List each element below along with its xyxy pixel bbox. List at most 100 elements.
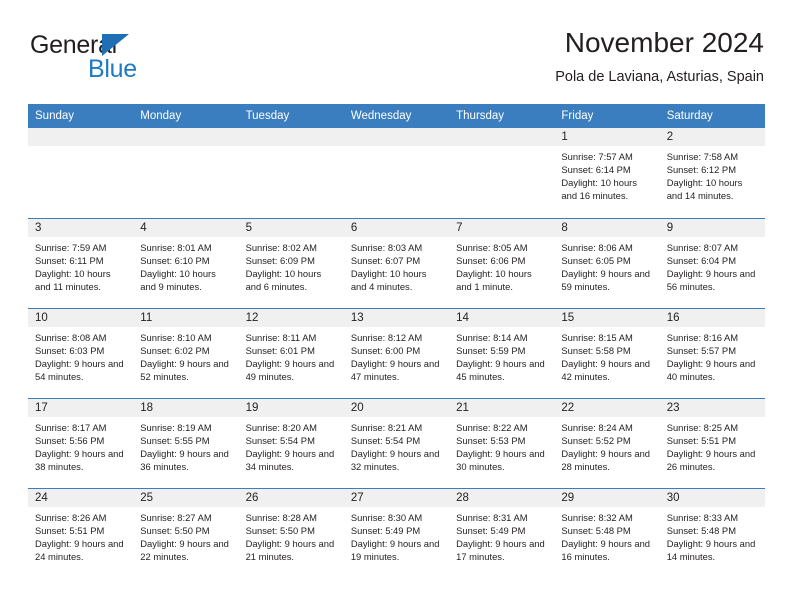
day-number: 15 [554,308,660,327]
calendar-day-cell[interactable]: 6 Sunrise: 8:03 AM Sunset: 6:07 PM Daylight… [343,217,450,308]
day-details: Sunrise: 8:24 AM Sunset: 5:52 PM Daylight:… [554,417,659,473]
calendar-day-cell[interactable]: 11 Sunrise: 8:10 AM Sunset: 6:02 PM Dayligh… [133,307,239,398]
daylight-text: Daylight: 9 hours and 40 minutes. [666,357,756,382]
daylight-text: Daylight: 9 hours and 17 minutes. [456,537,545,562]
day-details: Sunrise: 8:16 AM Sunset: 5:57 PM Daylight:… [660,327,765,383]
calendar-day-cell[interactable]: 5 Sunrise: 8:02 AM Sunset: 6:09 PM Daylight… [238,217,344,308]
calendar-day-cell[interactable]: 1 Sunrise: 7:57 AM Sunset: 6:14 PM Daylight… [554,128,660,218]
calendar-day-cell-empty [238,128,344,218]
sunrise-text: Sunrise: 8:03 AM [350,241,423,253]
sunrise-text: Sunrise: 8:28 AM [245,511,317,523]
calendar-day-cell[interactable]: 18 Sunrise: 8:19 AM Sunset: 5:55 PM Dayligh… [133,397,239,488]
calendar-day-cell[interactable]: 14 Sunrise: 8:14 AM Sunset: 5:59 PM Dayligh… [449,307,555,398]
sunset-text: Sunset: 5:51 PM [35,524,105,536]
daylight-text: Daylight: 10 hours and 11 minutes. [35,267,111,292]
day-number: 14 [449,308,555,327]
sunrise-text: Sunrise: 8:14 AM [456,331,528,343]
day-number: 2 [659,128,765,146]
sunset-text: Sunset: 6:10 PM [140,254,210,266]
daylight-text: Daylight: 10 hours and 16 minutes. [561,177,637,202]
general-blue-logo[interactable]: General Blue [28,32,258,88]
sunrise-text: Sunrise: 8:11 AM [245,331,317,343]
sunset-text: Sunset: 6:12 PM [666,164,736,176]
day-number: 11 [133,308,239,327]
sunset-text: Sunset: 6:01 PM [245,344,315,356]
page-title: November 2024 [564,27,764,58]
day-number: 12 [238,308,344,327]
sunset-text: Sunset: 5:57 PM [666,344,736,356]
daylight-text: Daylight: 9 hours and 19 minutes. [350,537,440,562]
calendar-day-cell[interactable]: 7 Sunrise: 8:05 AM Sunset: 6:06 PM Daylight… [449,217,555,308]
daylight-text: Daylight: 10 hours and 9 minutes. [140,267,216,292]
day-details: Sunrise: 8:10 AM Sunset: 6:02 PM Daylight:… [133,327,238,383]
weekday-header-tuesday: Tuesday [238,104,344,128]
calendar-week-row: 3 Sunrise: 7:59 AM Sunset: 6:11 PM Daylight… [28,217,765,308]
sunset-text: Sunset: 5:59 PM [456,344,526,356]
calendar-day-cell[interactable]: 16 Sunrise: 8:16 AM Sunset: 5:57 PM Dayligh… [659,307,765,398]
calendar-day-cell[interactable]: 8 Sunrise: 8:06 AM Sunset: 6:05 PM Daylight… [554,217,660,308]
sunrise-text: Sunrise: 8:31 AM [456,511,528,523]
calendar-day-cell[interactable]: 2 Sunrise: 7:58 AM Sunset: 6:12 PM Daylight… [659,128,765,218]
weekday-header-saturday: Saturday [659,104,765,128]
day-details: Sunrise: 8:19 AM Sunset: 5:55 PM Daylight:… [133,417,238,473]
sunset-text: Sunset: 5:56 PM [35,434,105,446]
daylight-text: Daylight: 9 hours and 30 minutes. [456,447,545,472]
day-details: Sunrise: 8:06 AM Sunset: 6:05 PM Daylight:… [554,237,659,293]
sunset-text: Sunset: 6:04 PM [666,254,736,266]
day-number: 1 [554,128,660,146]
sunrise-text: Sunrise: 8:30 AM [350,511,423,523]
day-number: 4 [133,218,239,237]
calendar-day-cell[interactable]: 22 Sunrise: 8:24 AM Sunset: 5:52 PM Dayligh… [554,397,660,488]
day-number: 19 [238,398,344,417]
daylight-text: Daylight: 10 hours and 14 minutes. [666,177,743,202]
calendar-day-cell[interactable]: 19 Sunrise: 8:20 AM Sunset: 5:54 PM Dayligh… [238,397,344,488]
calendar-day-cell[interactable]: 30 Sunrise: 8:33 AM Sunset: 5:48 PM Dayligh… [659,487,765,578]
sunrise-text: Sunrise: 8:15 AM [561,331,633,343]
calendar-week-row: 17 Sunrise: 8:17 AM Sunset: 5:56 PM Dayligh… [28,397,765,488]
calendar-day-cell[interactable]: 24 Sunrise: 8:26 AM Sunset: 5:51 PM Dayligh… [28,487,134,578]
day-number: 28 [449,488,555,507]
calendar-day-cell[interactable]: 15 Sunrise: 8:15 AM Sunset: 5:58 PM Dayligh… [554,307,660,398]
sunset-text: Sunset: 5:53 PM [456,434,526,446]
day-details: Sunrise: 8:20 AM Sunset: 5:54 PM Daylight:… [239,417,344,473]
day-number: 23 [659,398,765,417]
calendar-day-cell[interactable]: 26 Sunrise: 8:28 AM Sunset: 5:50 PM Dayligh… [238,487,344,578]
day-number: 30 [659,488,765,507]
calendar-day-cell[interactable]: 17 Sunrise: 8:17 AM Sunset: 5:56 PM Dayligh… [28,397,134,488]
calendar-day-cell[interactable]: 20 Sunrise: 8:21 AM Sunset: 5:54 PM Dayligh… [343,397,450,488]
day-details: Sunrise: 8:02 AM Sunset: 6:09 PM Daylight:… [239,237,344,293]
day-details: Sunrise: 8:07 AM Sunset: 6:04 PM Daylight:… [660,237,765,293]
day-details: Sunrise: 8:21 AM Sunset: 5:54 PM Daylight:… [344,417,449,473]
calendar-day-cell[interactable]: 29 Sunrise: 8:32 AM Sunset: 5:48 PM Dayligh… [554,487,660,578]
daylight-text: Daylight: 9 hours and 49 minutes. [245,357,335,382]
sunrise-text: Sunrise: 8:22 AM [456,421,528,433]
day-details: Sunrise: 8:31 AM Sunset: 5:49 PM Daylight:… [449,507,554,563]
calendar-day-cell[interactable]: 3 Sunrise: 7:59 AM Sunset: 6:11 PM Daylight… [28,217,134,308]
day-details: Sunrise: 8:01 AM Sunset: 6:10 PM Daylight:… [133,237,238,293]
day-number: 17 [28,398,134,417]
calendar-day-cell[interactable]: 28 Sunrise: 8:31 AM Sunset: 5:49 PM Dayligh… [449,487,555,578]
calendar-day-cell[interactable]: 4 Sunrise: 8:01 AM Sunset: 6:10 PM Daylight… [133,217,239,308]
calendar-day-cell[interactable]: 25 Sunrise: 8:27 AM Sunset: 5:50 PM Dayligh… [133,487,239,578]
day-number: 22 [554,398,660,417]
day-details: Sunrise: 8:32 AM Sunset: 5:48 PM Daylight:… [554,507,659,563]
day-details: Sunrise: 8:12 AM Sunset: 6:00 PM Daylight:… [344,327,449,383]
calendar-day-cell[interactable]: 27 Sunrise: 8:30 AM Sunset: 5:49 PM Dayligh… [343,487,450,578]
page-subtitle: Pola de Laviana, Asturias, Spain [555,69,764,85]
sunset-text: Sunset: 5:52 PM [561,434,631,446]
calendar-day-cell[interactable]: 9 Sunrise: 8:07 AM Sunset: 6:04 PM Daylight… [659,217,765,308]
calendar-day-cell[interactable]: 23 Sunrise: 8:25 AM Sunset: 5:51 PM Dayligh… [659,397,765,488]
calendar-day-cell[interactable]: 13 Sunrise: 8:12 AM Sunset: 6:00 PM Dayligh… [343,307,450,398]
day-number: 16 [659,308,765,327]
daylight-text: Daylight: 9 hours and 32 minutes. [350,447,440,472]
calendar-day-cell[interactable]: 12 Sunrise: 8:11 AM Sunset: 6:01 PM Dayligh… [238,307,344,398]
sunset-text: Sunset: 5:55 PM [140,434,210,446]
sunrise-text: Sunrise: 8:16 AM [666,331,739,343]
sunset-text: Sunset: 5:54 PM [350,434,421,446]
day-number: 27 [343,488,450,507]
calendar-page: General Blue November 2024 Pola de Lavia… [0,0,792,612]
daylight-text: Daylight: 9 hours and 24 minutes. [35,537,124,562]
day-number [28,128,134,146]
calendar-day-cell[interactable]: 21 Sunrise: 8:22 AM Sunset: 5:53 PM Dayligh… [449,397,555,488]
calendar-day-cell[interactable]: 10 Sunrise: 8:08 AM Sunset: 6:03 PM Dayligh… [28,307,134,398]
